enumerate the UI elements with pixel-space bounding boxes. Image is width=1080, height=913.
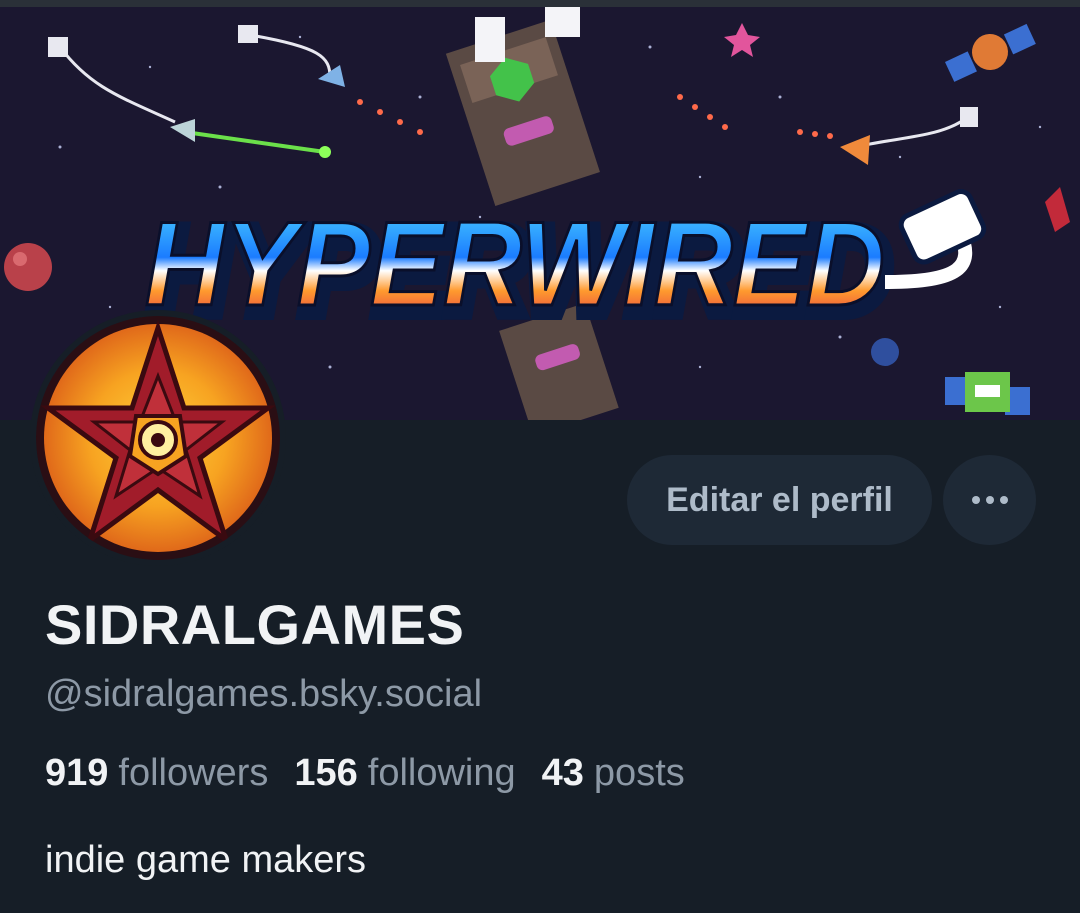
banner-title-art: HYPERWIRED HYPERWIRED <box>142 196 898 347</box>
posts-label: posts <box>593 752 685 794</box>
ellipsis-icon <box>971 496 980 504</box>
following-label: following <box>367 752 516 794</box>
more-options-button[interactable] <box>943 455 1036 545</box>
posts-count: 43 <box>541 752 584 794</box>
following-count: 156 <box>294 752 358 794</box>
followers-stat[interactable]: 919 followers <box>45 748 268 798</box>
followers-count: 919 <box>45 752 109 794</box>
profile-stats: 919 followers 156 following 43 posts <box>45 748 711 798</box>
profile-bio: indie game makers <box>45 839 367 881</box>
edit-profile-button[interactable]: Editar el perfil <box>627 455 932 545</box>
following-stat[interactable]: 156 following <box>294 748 515 798</box>
ellipsis-icon <box>985 496 994 504</box>
pentagram-logo <box>36 316 280 560</box>
avatar[interactable] <box>30 310 286 566</box>
followers-label: followers <box>118 752 269 794</box>
ellipsis-icon <box>999 496 1008 504</box>
status-strip <box>0 0 1080 7</box>
banner-title: HYPERWIRED <box>145 197 885 331</box>
handle: @sidralgames.bsky.social <box>45 673 483 715</box>
posts-stat: 43 posts <box>542 748 685 798</box>
display-name: SIDRALGAMES <box>45 593 465 656</box>
